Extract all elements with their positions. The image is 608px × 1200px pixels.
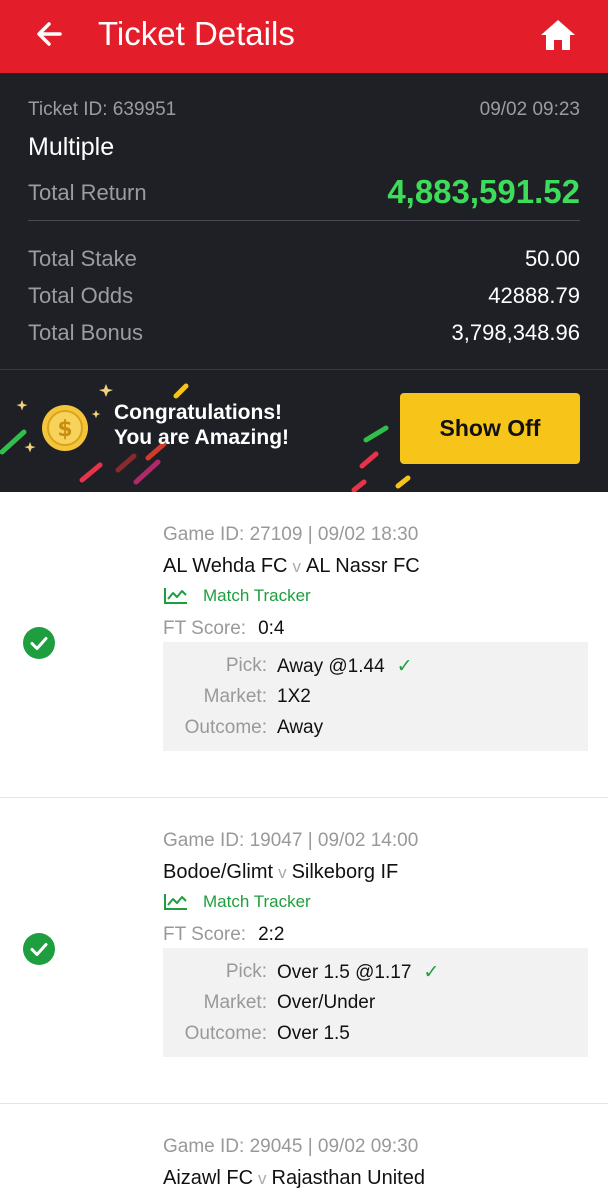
total-return-value: 4,883,591.52 <box>387 173 580 210</box>
away-team: Silkeborg IF <box>291 861 399 883</box>
bet-item: Game ID: 29045 | 09/02 09:30 Aizawl FC v R… <box>0 1104 608 1200</box>
outcome-row: Outcome: Over 1.5 <box>163 1023 588 1053</box>
check-icon: ✓ <box>396 656 413 677</box>
ft-score-value: 2:2 <box>258 924 285 945</box>
game-id: Game ID: 19047 | 09/02 14:00 <box>163 830 419 851</box>
outcome-label: Outcome: <box>184 717 267 738</box>
svg-text:$: $ <box>57 417 72 442</box>
show-off-button[interactable]: Show Off <box>400 393 580 464</box>
versus-label: v <box>292 557 302 576</box>
total-stake-label: Total Stake <box>28 246 137 271</box>
ft-score: FT Score: 0:4 <box>163 618 284 640</box>
match-teams: AL Wehda FC v AL Nassr FC <box>163 555 420 578</box>
outcome-label: Outcome: <box>184 1023 267 1044</box>
total-odds-label: Total Odds <box>28 283 134 308</box>
pick-value: Away @1.44 ✓ <box>277 656 413 677</box>
match-tracker-link[interactable]: Match Tracker <box>163 892 311 912</box>
versus-label: v <box>278 863 287 882</box>
total-bonus-value: 3,798,348.96 <box>451 320 580 345</box>
gold-coin-icon: $ <box>42 405 88 451</box>
bet-item: Game ID: 27109 | 09/02 18:30 AL Wehda FC… <box>0 492 608 798</box>
pick-details: Pick: Over 1.5 @1.17 ✓ Market: Over/Under… <box>163 948 588 1057</box>
pick-details: Pick: Away @1.44 ✓ Market: 1X2 Outcome: A… <box>163 642 588 751</box>
match-tracker-label: Match Tracker <box>203 586 311 605</box>
check-circle-icon <box>23 627 55 659</box>
congrats-line-2: You are Amazing! <box>114 426 290 449</box>
chart-line-icon <box>164 894 187 910</box>
outcome-row: Outcome: Away <box>163 717 588 747</box>
congrats-line-1: Congratulations! <box>114 401 282 424</box>
congrats-banner: $ Congratulations! You are Amazing! Show… <box>0 370 608 492</box>
chart-line-icon <box>164 588 187 604</box>
game-id: Game ID: 27109 | 09/02 18:30 <box>163 524 419 545</box>
check-icon: ✓ <box>423 962 440 983</box>
divider <box>28 220 580 221</box>
match-tracker-link[interactable]: Match Tracker <box>163 586 311 606</box>
total-return-label: Total Return <box>28 180 147 205</box>
ticket-summary: Ticket ID: 639951 09/02 09:23 Multiple T… <box>0 73 608 370</box>
pick-label: Pick: <box>225 961 267 982</box>
market-row: Market: Over/Under <box>163 992 588 1022</box>
match-tracker-label: Match Tracker <box>203 892 311 911</box>
ft-score-label: FT Score: <box>163 924 247 945</box>
pick-row: Pick: Over 1.5 @1.17 ✓ <box>163 961 588 991</box>
page-title: Ticket Details <box>98 15 295 52</box>
app-header: Ticket Details <box>0 0 608 73</box>
ft-score: FT Score: 2:2 <box>163 924 284 946</box>
congrats-message: Congratulations! You are Amazing! <box>114 400 289 450</box>
home-icon[interactable] <box>537 14 579 56</box>
check-circle-icon <box>23 933 55 965</box>
pick-label: Pick: <box>225 655 267 676</box>
ticket-datetime: 09/02 09:23 <box>479 99 580 120</box>
market-label: Market: <box>203 992 267 1013</box>
away-team: AL Nassr FC <box>306 555 420 577</box>
match-teams: Bodoe/Glimt v Silkeborg IF <box>163 861 398 884</box>
market-label: Market: <box>203 686 267 707</box>
total-stake-value: 50.00 <box>524 246 580 271</box>
ft-score-label: FT Score: <box>163 618 247 639</box>
home-team: Aizawl FC <box>163 1167 254 1189</box>
total-bonus-label: Total Bonus <box>28 320 143 345</box>
home-team: Bodoe/Glimt <box>163 861 274 883</box>
game-id: Game ID: 29045 | 09/02 09:30 <box>163 1136 419 1157</box>
arrow-left-icon[interactable] <box>30 14 70 54</box>
bet-item: Game ID: 19047 | 09/02 14:00 Bodoe/Glimt… <box>0 798 608 1104</box>
total-odds-value: 42888.79 <box>488 283 580 308</box>
market-row: Market: 1X2 <box>163 686 588 716</box>
ticket-id: Ticket ID: 639951 <box>28 99 177 120</box>
away-team: Rajasthan United <box>271 1167 425 1189</box>
outcome-value: Away <box>277 717 324 738</box>
market-value: 1X2 <box>277 686 311 707</box>
home-team: AL Wehda FC <box>163 555 288 577</box>
versus-label: v <box>258 1169 267 1188</box>
pick-row: Pick: Away @1.44 ✓ <box>163 655 588 685</box>
bet-type: Multiple <box>28 133 115 161</box>
outcome-value: Over 1.5 <box>277 1023 350 1044</box>
pick-value: Over 1.5 @1.17 ✓ <box>277 962 440 983</box>
ft-score-value: 0:4 <box>258 618 285 639</box>
market-value: Over/Under <box>277 992 376 1013</box>
match-teams: Aizawl FC v Rajasthan United <box>163 1167 425 1190</box>
